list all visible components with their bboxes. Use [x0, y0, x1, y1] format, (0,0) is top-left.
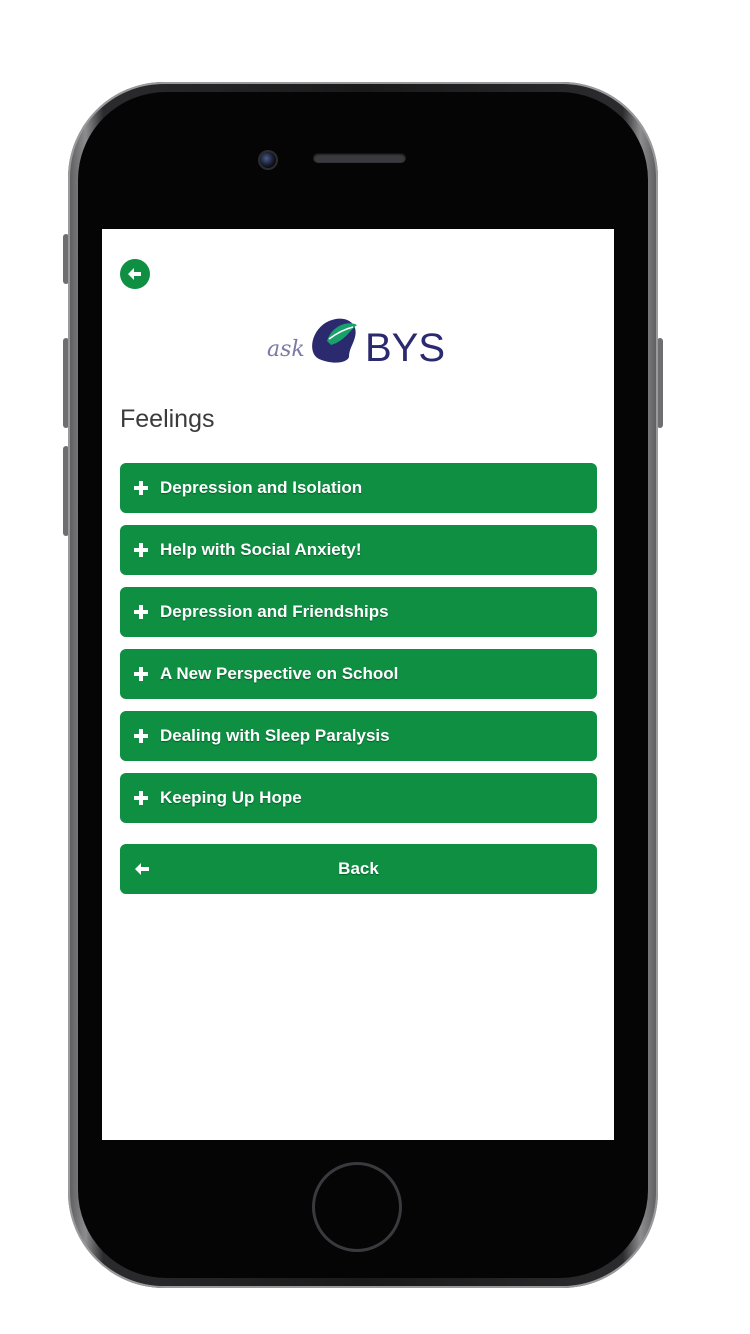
plus-icon: [134, 543, 148, 557]
plus-icon: [134, 729, 148, 743]
back-button[interactable]: Back: [120, 844, 597, 894]
topic-item-new-perspective-school[interactable]: A New Perspective on School: [120, 649, 597, 699]
plus-icon: [134, 481, 148, 495]
front-camera: [258, 150, 278, 170]
topic-item-sleep-paralysis[interactable]: Dealing with Sleep Paralysis: [120, 711, 597, 761]
topic-label: Depression and Isolation: [160, 478, 363, 497]
ask-bys-logo: ask BYS: [267, 318, 445, 370]
topic-label: Dealing with Sleep Paralysis: [160, 726, 390, 745]
topic-label: A New Perspective on School: [160, 664, 399, 683]
logo-prefix: ask: [267, 337, 305, 362]
topic-item-depression-isolation[interactable]: Depression and Isolation: [120, 463, 597, 513]
topic-item-social-anxiety[interactable]: Help with Social Anxiety!: [120, 525, 597, 575]
app-screen: ask BYS Feelings Depression and Isolatio…: [102, 229, 614, 1140]
plus-icon: [134, 605, 148, 619]
arrow-left-icon: [135, 863, 149, 875]
earpiece-speaker: [313, 153, 406, 163]
home-button: [312, 1162, 402, 1252]
head-leaf-icon: [312, 318, 357, 363]
top-back-button[interactable]: [120, 259, 150, 289]
topic-item-depression-friendships[interactable]: Depression and Friendships: [120, 587, 597, 637]
arrow-left-circle-icon: [128, 268, 141, 280]
plus-icon: [134, 667, 148, 681]
topic-label: Depression and Friendships: [160, 602, 389, 621]
logo-brand: BYS: [365, 326, 445, 370]
back-button-label: Back: [338, 859, 379, 878]
topic-item-keeping-up-hope[interactable]: Keeping Up Hope: [120, 773, 597, 823]
topic-list: Depression and Isolation Help with Socia…: [120, 463, 597, 835]
topic-label: Help with Social Anxiety!: [160, 540, 362, 559]
topic-label: Keeping Up Hope: [160, 788, 302, 807]
plus-icon: [134, 791, 148, 805]
page-title: Feelings: [120, 405, 215, 433]
